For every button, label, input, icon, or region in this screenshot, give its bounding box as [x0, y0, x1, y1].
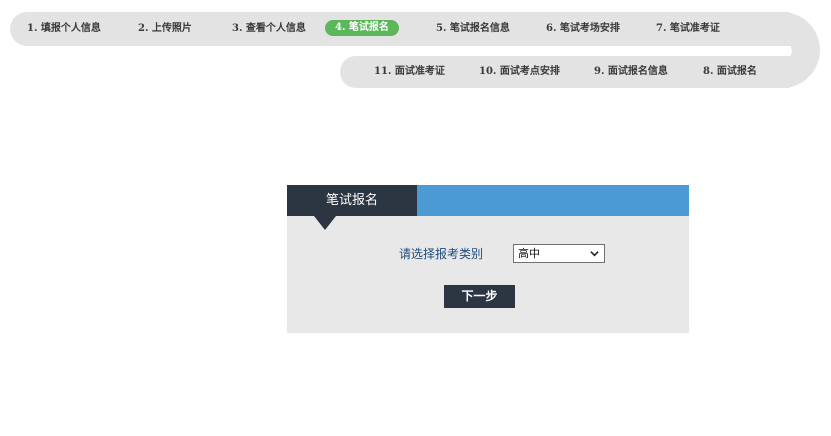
chevron-down-icon: [590, 251, 599, 257]
step-written-exam-registration[interactable]: 4. 笔试报名: [325, 20, 399, 36]
step-written-exam-room-arrangement[interactable]: 6. 笔试考场安排: [546, 22, 620, 36]
next-step-button[interactable]: 下一步: [444, 285, 515, 308]
step-interview-admission-ticket[interactable]: 11. 面试准考证: [374, 65, 445, 79]
written-exam-registration-panel: 笔试报名 请选择报考类别 高中 下一步: [287, 185, 689, 333]
step-written-exam-registration-info[interactable]: 5. 笔试报名信息: [436, 22, 510, 36]
step-interview-registration[interactable]: 8. 面试报名: [703, 65, 757, 79]
step-view-personal-info[interactable]: 3. 查看个人信息: [232, 22, 306, 36]
step-interview-venue-arrangement[interactable]: 10. 面试考点安排: [479, 65, 560, 79]
exam-type-select[interactable]: 高中: [513, 244, 605, 263]
step-fill-personal-info[interactable]: 1. 填报个人信息: [27, 22, 101, 36]
exam-type-label: 请选择报考类别: [399, 247, 484, 261]
panel-tab-pointer: [314, 216, 336, 230]
exam-type-selected-value: 高中: [518, 247, 540, 260]
progress-track: 1. 填报个人信息 2. 上传照片 3. 查看个人信息 4. 笔试报名 5. 笔…: [0, 0, 831, 100]
panel-title: 笔试报名: [287, 185, 417, 216]
step-interview-registration-info[interactable]: 9. 面试报名信息: [594, 65, 668, 79]
step-written-exam-admission-ticket[interactable]: 7. 笔试准考证: [656, 22, 720, 36]
panel-header: 笔试报名: [287, 185, 689, 216]
step-upload-photo[interactable]: 2. 上传照片: [138, 22, 192, 36]
